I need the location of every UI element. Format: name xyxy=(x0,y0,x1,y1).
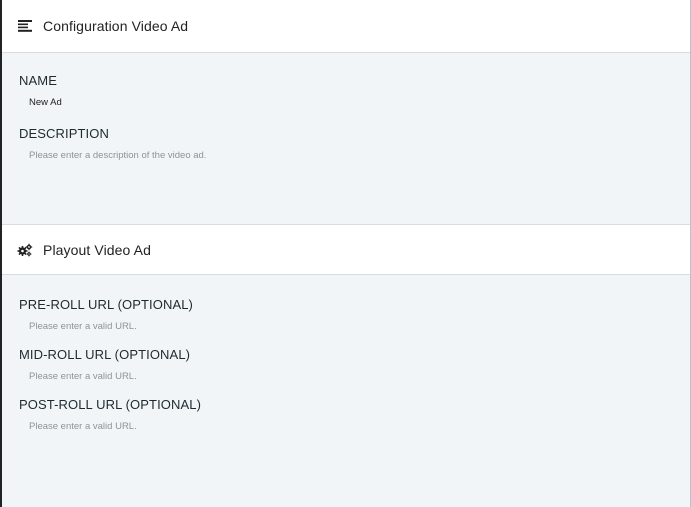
description-label: DESCRIPTION xyxy=(19,126,109,141)
description-input[interactable]: Please enter a description of the video … xyxy=(29,150,690,162)
pre-roll-url-input[interactable]: Please enter a valid URL. xyxy=(29,321,690,333)
pre-roll-url-field: PRE-ROLL URL (OPTIONAL) Please enter a v… xyxy=(19,297,690,333)
post-roll-url-field: POST-ROLL URL (OPTIONAL) Please enter a … xyxy=(19,397,690,433)
name-label: NAME xyxy=(19,73,57,88)
playout-section-title: Playout Video Ad xyxy=(43,241,151,258)
post-roll-url-input[interactable]: Please enter a valid URL. xyxy=(29,421,690,433)
playout-section-header: Playout Video Ad xyxy=(2,225,690,275)
post-roll-url-label: POST-ROLL URL (OPTIONAL) xyxy=(19,397,202,412)
description-field: DESCRIPTION Please enter a description o… xyxy=(19,126,690,162)
video-ad-form: Configuration Video Ad NAME New Ad DESCR… xyxy=(0,0,691,507)
configuration-section-header: Configuration Video Ad xyxy=(2,0,690,53)
gears-icon xyxy=(17,242,33,258)
list-align-left-icon xyxy=(17,18,33,34)
configuration-section-title: Configuration Video Ad xyxy=(43,18,189,34)
mid-roll-url-label: MID-ROLL URL (OPTIONAL) xyxy=(19,347,191,362)
mid-roll-url-field: MID-ROLL URL (OPTIONAL) Please enter a v… xyxy=(19,347,690,383)
name-field: NAME New Ad xyxy=(19,73,690,109)
mid-roll-url-input[interactable]: Please enter a valid URL. xyxy=(29,371,690,383)
playout-section-body: PRE-ROLL URL (OPTIONAL) Please enter a v… xyxy=(2,275,690,507)
pre-roll-url-label: PRE-ROLL URL (OPTIONAL) xyxy=(19,297,193,312)
name-input[interactable]: New Ad xyxy=(29,97,690,109)
configuration-section-body: NAME New Ad DESCRIPTION Please enter a d… xyxy=(2,53,690,225)
